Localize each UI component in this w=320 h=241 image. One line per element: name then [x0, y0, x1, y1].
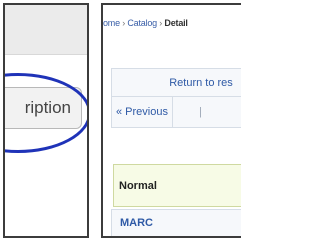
breadcrumb-separator: › — [159, 18, 163, 28]
breadcrumb-home-link[interactable]: ome — [103, 18, 120, 28]
right-screenshot-panel: ome › Catalog › Detail Return to res « P… — [101, 3, 241, 238]
left-screenshot-panel: ription — [3, 3, 89, 238]
description-button[interactable]: ription — [5, 87, 82, 129]
left-panel-header — [5, 5, 87, 55]
return-to-results-link[interactable]: Return to res — [112, 69, 241, 97]
breadcrumb-separator: › — [122, 18, 126, 28]
previous-link[interactable]: « Previous — [112, 96, 173, 127]
nav-divider: | — [199, 106, 202, 118]
results-nav-box: Return to res « Previous | — [111, 68, 241, 128]
breadcrumb-current: Detail — [164, 18, 188, 28]
breadcrumb-catalog-link[interactable]: Catalog — [127, 18, 157, 28]
breadcrumb: ome › Catalog › Detail — [103, 18, 241, 28]
marc-view-tab[interactable]: MARC — [111, 209, 241, 236]
normal-view-tab[interactable]: Normal — [113, 164, 241, 207]
